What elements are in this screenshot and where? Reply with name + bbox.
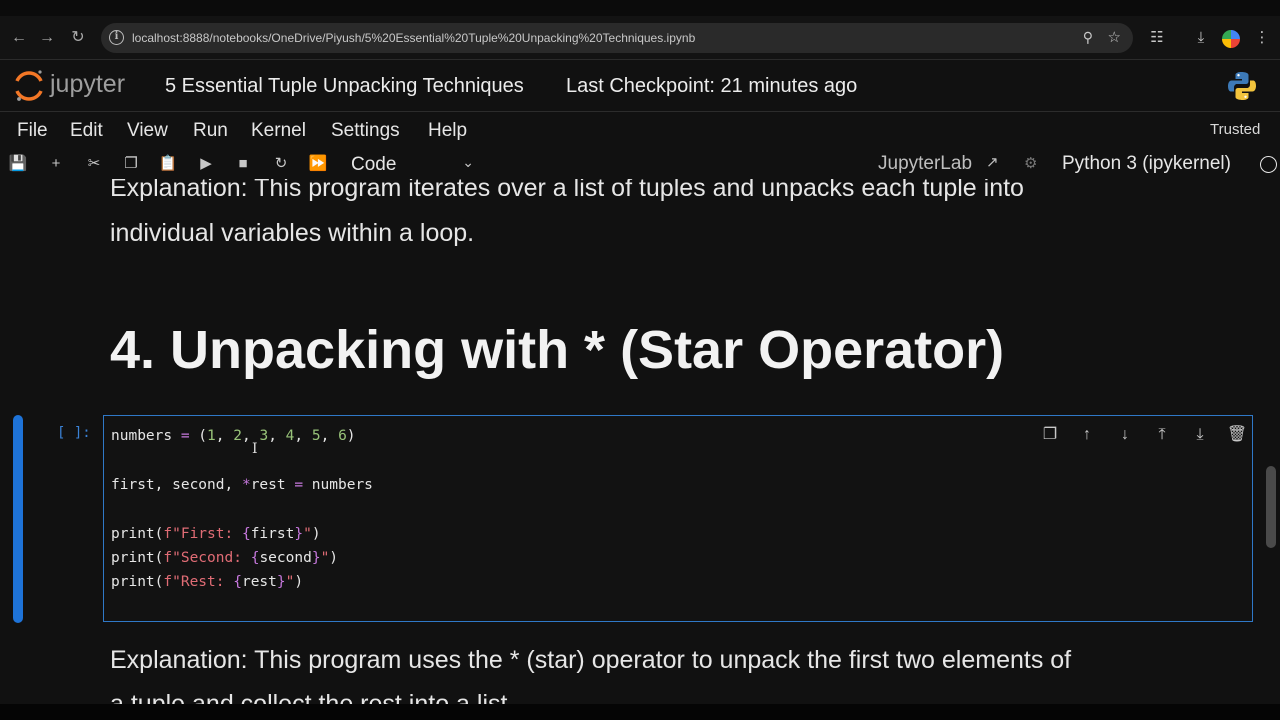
code-num-4: 4 bbox=[285, 428, 295, 444]
code-num-5: 5 bbox=[311, 428, 321, 444]
markdown-explanation-prev-line1: Explanation: This program iterates over … bbox=[110, 179, 1024, 202]
kernel-settings-icon: ⚙ bbox=[1024, 155, 1038, 172]
restart-icon[interactable]: ↻ bbox=[270, 153, 292, 175]
kernel-name[interactable]: Python 3 (ipykernel) bbox=[1062, 153, 1231, 175]
menu-run[interactable]: Run bbox=[193, 120, 228, 142]
active-cell-indicator bbox=[13, 415, 23, 623]
address-url[interactable]: localhost:8888/notebooks/OneDrive/Piyush… bbox=[132, 31, 695, 45]
code-assign-op: = bbox=[180, 428, 190, 444]
menu-kernel[interactable]: Kernel bbox=[251, 120, 306, 142]
code-num-1: 1 bbox=[207, 428, 216, 444]
text-cursor-icon: I bbox=[252, 441, 258, 457]
add-cell-icon[interactable]: + bbox=[45, 153, 67, 175]
jupyter-header: jupyter 5 Essential Tuple Unpacking Tech… bbox=[0, 60, 1280, 112]
menu-edit[interactable]: Edit bbox=[70, 120, 103, 142]
menu-settings[interactable]: Settings bbox=[331, 120, 400, 142]
zoom-icon[interactable]: ⚲ bbox=[1083, 29, 1093, 46]
external-link-icon[interactable]: ↗ bbox=[986, 153, 999, 171]
cut-icon[interactable]: ✂ bbox=[83, 153, 105, 175]
forward-icon[interactable]: → bbox=[36, 27, 58, 49]
code-line-3: first, second, *rest = numbers bbox=[111, 476, 373, 493]
code-string-rest: f"Rest: {rest}" bbox=[163, 574, 295, 591]
browser-toolbar: ← → ↻ i localhost:8888/notebooks/OneDriv… bbox=[0, 16, 1280, 60]
back-icon[interactable]: ← bbox=[8, 27, 30, 49]
code-assign-op-2: = bbox=[294, 476, 304, 493]
markdown-explanation-prev-line2: individual variables within a loop. bbox=[110, 219, 475, 247]
jupyter-wordmark: jupyter bbox=[49, 70, 125, 98]
markdown-explanation-next-line2: a tuple and collect the rest into a list… bbox=[110, 690, 515, 704]
notebook-panel: Explanation: This program iterates over … bbox=[0, 179, 1280, 704]
code-var-numbers: numbers bbox=[111, 428, 173, 444]
code-star-op: * bbox=[241, 476, 251, 493]
code-num-6: 6 bbox=[338, 428, 347, 444]
jupyterlab-link[interactable]: JupyterLab bbox=[878, 153, 972, 175]
paste-icon[interactable]: 📋 bbox=[157, 153, 179, 175]
notebook-toolbar: 💾 + ✂ ❐ 📋 ▶ ■ ↻ ⏩ Code ⌄ JupyterLab ↗ ⚙ … bbox=[0, 149, 1280, 179]
window-bottom-strip bbox=[0, 704, 1280, 720]
browser-menu-icon[interactable]: ⋮ bbox=[1252, 28, 1272, 48]
menu-help[interactable]: Help bbox=[428, 120, 467, 142]
site-info-icon[interactable]: i bbox=[109, 30, 124, 45]
extensions-icon[interactable]: ☷ bbox=[1147, 28, 1167, 48]
code-string-first: f"First: {first}" bbox=[163, 525, 312, 542]
delete-cell-icon[interactable]: 🗑 bbox=[1226, 424, 1248, 446]
notebook-scrollbar[interactable] bbox=[1266, 466, 1276, 548]
cell-prompt: [ ]: bbox=[57, 425, 91, 441]
address-bar[interactable]: i localhost:8888/notebooks/OneDrive/Piyu… bbox=[101, 23, 1133, 53]
run-icon[interactable]: ▶ bbox=[195, 153, 217, 175]
copy-icon[interactable]: ❐ bbox=[120, 153, 142, 175]
markdown-explanation-next-line1: Explanation: This program uses the * (st… bbox=[110, 646, 1072, 674]
restart-run-all-icon[interactable]: ⏩ bbox=[307, 153, 329, 175]
python-logo-icon bbox=[1228, 72, 1256, 100]
last-checkpoint: Last Checkpoint: 21 minutes ago bbox=[566, 75, 858, 97]
insert-above-icon[interactable]: ⤒ bbox=[1151, 424, 1173, 446]
stop-icon[interactable]: ■ bbox=[232, 153, 254, 175]
move-up-icon[interactable]: ↑ bbox=[1076, 424, 1098, 446]
save-icon[interactable]: 💾 bbox=[7, 153, 29, 175]
trusted-indicator[interactable]: Trusted bbox=[1210, 121, 1260, 138]
reload-icon[interactable]: ↻ bbox=[67, 27, 89, 49]
code-line-1: numbers = (1, 2, 3, 4, 5, 6) bbox=[111, 428, 356, 444]
window-top-strip bbox=[0, 0, 1280, 16]
code-cell[interactable]: numbers = (1, 2, 3, 4, 5, 6) first, seco… bbox=[103, 415, 1253, 622]
section-heading: 4. Unpacking with * (Star Operator) bbox=[110, 320, 1005, 380]
cell-type-select[interactable]: Code ⌄ bbox=[344, 152, 478, 176]
code-num-2: 2 bbox=[233, 428, 242, 444]
menu-bar: File Edit View Run Kernel Settings Help … bbox=[0, 112, 1280, 149]
bookmark-star-icon[interactable]: ☆ bbox=[1108, 28, 1121, 46]
move-down-icon[interactable]: ↓ bbox=[1114, 424, 1136, 446]
menu-file[interactable]: File bbox=[17, 120, 48, 142]
notebook-title[interactable]: 5 Essential Tuple Unpacking Techniques bbox=[165, 75, 524, 98]
chevron-down-icon: ⌄ bbox=[462, 154, 474, 170]
jupyter-logo[interactable]: jupyter bbox=[14, 68, 154, 104]
code-num-3: 3 bbox=[259, 428, 269, 444]
cell-type-value: Code bbox=[351, 154, 397, 175]
profile-avatar[interactable] bbox=[1222, 30, 1240, 48]
download-icon[interactable]: ⤓ bbox=[1191, 28, 1211, 48]
duplicate-cell-icon[interactable]: ❐ bbox=[1039, 424, 1061, 446]
code-line-6: print(f"Second: {second}") bbox=[111, 550, 339, 567]
code-editor[interactable]: numbers = (1, 2, 3, 4, 5, 6) first, seco… bbox=[111, 424, 373, 595]
menu-view[interactable]: View bbox=[127, 120, 168, 142]
code-line-5: print(f"First: {first}") bbox=[111, 525, 321, 542]
code-string-second: f"Second: {second}" bbox=[163, 550, 330, 567]
kernel-status-icon bbox=[1260, 156, 1277, 173]
code-line-7: print(f"Rest: {rest}") bbox=[111, 574, 304, 591]
insert-below-icon[interactable]: ⤓ bbox=[1189, 424, 1211, 446]
